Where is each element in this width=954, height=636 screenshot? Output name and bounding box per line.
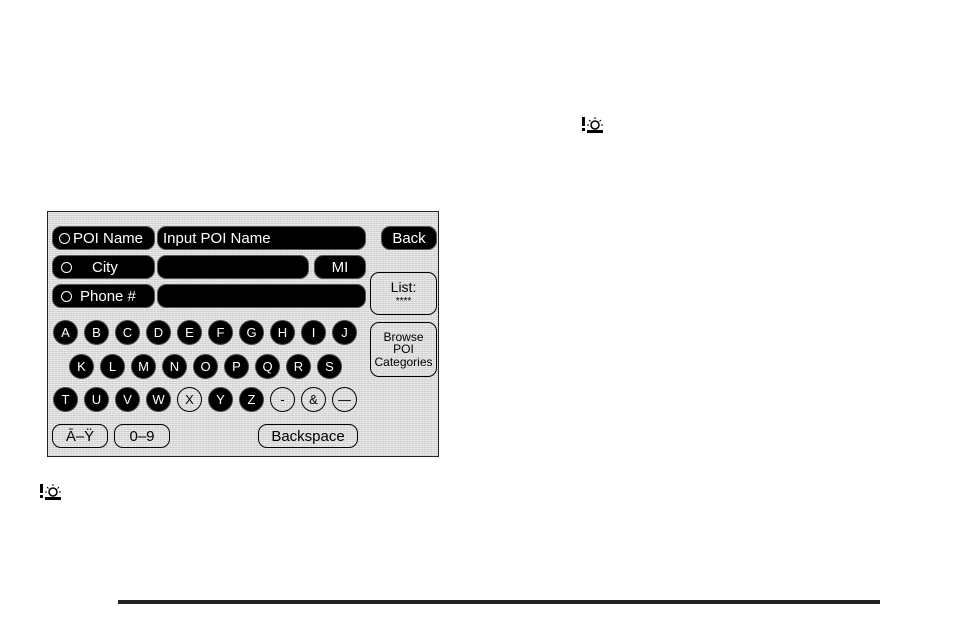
key-z[interactable]: Z	[239, 387, 264, 412]
key-a[interactable]: A	[53, 320, 78, 345]
browse-label-line-3: Categories	[374, 354, 433, 369]
phone-radio-button[interactable]: Phone #	[52, 284, 155, 308]
key-t[interactable]: T	[53, 387, 78, 412]
poi-name-radio-button[interactable]: POI Name	[52, 226, 155, 250]
back-label: Back	[392, 229, 426, 247]
key-f[interactable]: F	[208, 320, 233, 345]
key-w[interactable]: W	[146, 387, 171, 412]
key-q[interactable]: Q	[255, 354, 280, 379]
key-c[interactable]: C	[115, 320, 140, 345]
state-button[interactable]: MI	[314, 255, 366, 279]
browse-label-line-2: POI	[393, 342, 414, 357]
key-hyphen[interactable]: -	[270, 387, 295, 412]
key-l[interactable]: L	[100, 354, 125, 379]
backspace-button[interactable]: Backspace	[258, 424, 358, 448]
list-button[interactable]: List: ****	[370, 272, 437, 315]
city-input[interactable]	[157, 255, 309, 279]
city-label: City	[92, 258, 118, 276]
radio-icon	[59, 232, 70, 244]
poi-search-screen: POI Name Input POI Name Back City MI Pho…	[47, 211, 439, 457]
numbers-button[interactable]: 0–9	[114, 424, 170, 448]
poi-name-value: Input POI Name	[163, 229, 271, 247]
key-h[interactable]: H	[270, 320, 295, 345]
caution-icon	[582, 117, 603, 133]
phone-label: Phone #	[80, 287, 136, 305]
key-d[interactable]: D	[146, 320, 171, 345]
key-j[interactable]: J	[332, 320, 357, 345]
key-s[interactable]: S	[317, 354, 342, 379]
backspace-label: Backspace	[271, 427, 345, 445]
key-space[interactable]: —	[332, 387, 357, 412]
key-y[interactable]: Y	[208, 387, 233, 412]
back-button[interactable]: Back	[381, 226, 437, 250]
key-v[interactable]: V	[115, 387, 140, 412]
key-r[interactable]: R	[286, 354, 311, 379]
key-n[interactable]: N	[162, 354, 187, 379]
poi-name-input[interactable]: Input POI Name	[157, 226, 366, 250]
numbers-label: 0–9	[129, 427, 155, 445]
key-i[interactable]: I	[301, 320, 326, 345]
key-k[interactable]: K	[69, 354, 94, 379]
state-label: MI	[331, 258, 349, 276]
radio-icon	[61, 290, 72, 302]
key-x[interactable]: X	[177, 387, 202, 412]
browse-poi-categories-button[interactable]: Browse POI Categories	[370, 322, 437, 377]
page-footer-rule	[118, 600, 880, 604]
accented-label: Ā–Ÿ	[65, 427, 95, 445]
accented-characters-button[interactable]: Ā–Ÿ	[52, 424, 108, 448]
key-g[interactable]: G	[239, 320, 264, 345]
caution-icon	[40, 484, 61, 500]
phone-input[interactable]	[157, 284, 366, 308]
poi-name-label: POI Name	[73, 229, 144, 247]
key-b[interactable]: B	[84, 320, 109, 345]
list-label: List:	[390, 279, 417, 295]
key-u[interactable]: U	[84, 387, 109, 412]
key-ampersand[interactable]: &	[301, 387, 326, 412]
city-radio-button[interactable]: City	[52, 255, 155, 279]
list-count: ****	[395, 296, 412, 307]
key-o[interactable]: O	[193, 354, 218, 379]
radio-icon	[61, 261, 72, 273]
key-e[interactable]: E	[177, 320, 202, 345]
key-m[interactable]: M	[131, 354, 156, 379]
key-p[interactable]: P	[224, 354, 249, 379]
